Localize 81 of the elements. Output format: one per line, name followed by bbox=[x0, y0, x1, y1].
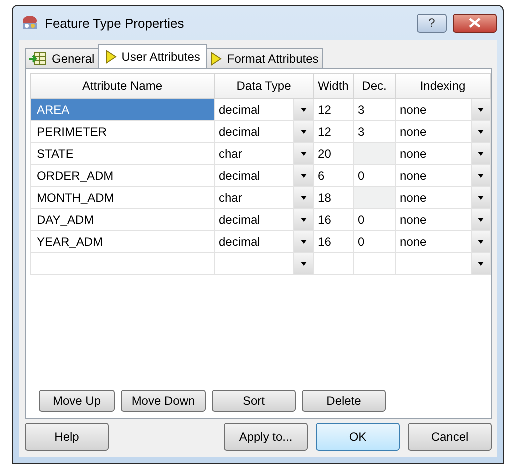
table-cell[interactable]: ORDER_ADM bbox=[30, 164, 214, 186]
caret-icon bbox=[478, 108, 484, 112]
action-button[interactable]: Delete bbox=[302, 390, 386, 412]
table-cell[interactable]: 12 bbox=[314, 120, 354, 142]
table-cell[interactable]: char bbox=[214, 186, 294, 208]
column-header[interactable]: Dec. bbox=[354, 74, 396, 98]
column-header[interactable]: Attribute Name bbox=[30, 74, 214, 98]
help-button[interactable]: ? bbox=[417, 14, 447, 32]
app-icon bbox=[21, 15, 39, 31]
dropdown-button[interactable] bbox=[472, 165, 490, 186]
table-cell[interactable]: none bbox=[396, 230, 472, 252]
dropdown-button[interactable] bbox=[472, 231, 490, 252]
dropdown-button[interactable] bbox=[294, 143, 314, 164]
tab[interactable]: General bbox=[25, 48, 99, 68]
action-button[interactable]: Move Down bbox=[121, 390, 206, 412]
caret-icon bbox=[478, 218, 484, 222]
dialog-button[interactable]: OK bbox=[316, 423, 400, 451]
dialog-button[interactable]: Apply to... bbox=[224, 423, 308, 451]
column-header[interactable]: Data Type bbox=[214, 74, 314, 98]
caret-icon bbox=[300, 174, 306, 178]
caret-icon bbox=[300, 130, 306, 134]
table-cell[interactable]: 0 bbox=[354, 208, 396, 230]
dropdown-button[interactable] bbox=[472, 253, 490, 274]
table-cell[interactable]: 16 bbox=[314, 208, 354, 230]
table-cell[interactable]: decimal bbox=[214, 120, 294, 142]
dropdown-button[interactable] bbox=[472, 187, 490, 208]
window-title: Feature Type Properties bbox=[45, 16, 184, 30]
dropdown-button[interactable] bbox=[472, 99, 490, 120]
tab[interactable]: Format Attributes bbox=[206, 48, 323, 68]
caret-icon bbox=[478, 152, 484, 156]
table-cell[interactable]: 16 bbox=[314, 230, 354, 252]
dropdown-button[interactable] bbox=[294, 253, 314, 274]
caret-icon bbox=[478, 196, 484, 200]
table-cell[interactable]: decimal bbox=[214, 230, 294, 252]
table-cell[interactable]: MONTH_ADM bbox=[30, 186, 214, 208]
dropdown-button[interactable] bbox=[294, 231, 314, 252]
dropdown-button[interactable] bbox=[472, 209, 490, 230]
dropdown-button[interactable] bbox=[294, 165, 314, 186]
table-cell[interactable]: 6 bbox=[314, 164, 354, 186]
table-cell[interactable]: DAY_ADM bbox=[30, 208, 214, 230]
table-cell[interactable]: AREA bbox=[30, 98, 214, 120]
caret-icon bbox=[478, 174, 484, 178]
caret-icon bbox=[478, 240, 484, 244]
dropdown-button[interactable] bbox=[472, 143, 490, 164]
action-button[interactable]: Sort bbox=[212, 390, 296, 412]
tab[interactable]: User Attributes bbox=[98, 44, 208, 68]
caret-icon bbox=[300, 108, 306, 112]
caret-icon bbox=[478, 130, 484, 134]
table-cell[interactable]: 0 bbox=[354, 230, 396, 252]
table-cell[interactable]: 3 bbox=[354, 98, 396, 120]
caret-icon bbox=[478, 262, 484, 266]
table-cell[interactable]: none bbox=[396, 142, 472, 164]
table-cell[interactable]: decimal bbox=[214, 98, 294, 120]
column-header[interactable]: Width bbox=[314, 74, 354, 98]
caret-icon bbox=[300, 262, 306, 266]
table-icon bbox=[29, 52, 47, 66]
table-cell[interactable]: none bbox=[396, 208, 472, 230]
dropdown-button[interactable] bbox=[294, 209, 314, 230]
table-cell[interactable]: decimal bbox=[214, 208, 294, 230]
table-cell[interactable]: none bbox=[396, 186, 472, 208]
dropdown-button[interactable] bbox=[294, 187, 314, 208]
caret-icon bbox=[300, 240, 306, 244]
table-cell[interactable]: decimal bbox=[214, 164, 294, 186]
table-cell[interactable]: PERIMETER bbox=[30, 120, 214, 142]
close-button[interactable] bbox=[453, 14, 497, 32]
dialog-button[interactable]: Cancel bbox=[408, 423, 492, 451]
table-cell[interactable]: YEAR_ADM bbox=[30, 230, 214, 252]
dropdown-button[interactable] bbox=[472, 121, 490, 142]
table-cell[interactable]: none bbox=[396, 98, 472, 120]
dialog-button[interactable]: Help bbox=[25, 423, 109, 451]
table-cell[interactable]: 12 bbox=[314, 98, 354, 120]
caret-icon bbox=[300, 152, 306, 156]
dropdown-button[interactable] bbox=[294, 99, 314, 120]
action-button[interactable]: Move Up bbox=[39, 390, 115, 412]
table-cell[interactable]: char bbox=[214, 142, 294, 164]
caret-icon bbox=[300, 196, 306, 200]
dropdown-button[interactable] bbox=[294, 121, 314, 142]
close-icon bbox=[469, 18, 481, 28]
table-cell[interactable]: STATE bbox=[30, 142, 214, 164]
caret-icon bbox=[300, 218, 306, 222]
column-header[interactable]: Indexing bbox=[396, 74, 491, 98]
